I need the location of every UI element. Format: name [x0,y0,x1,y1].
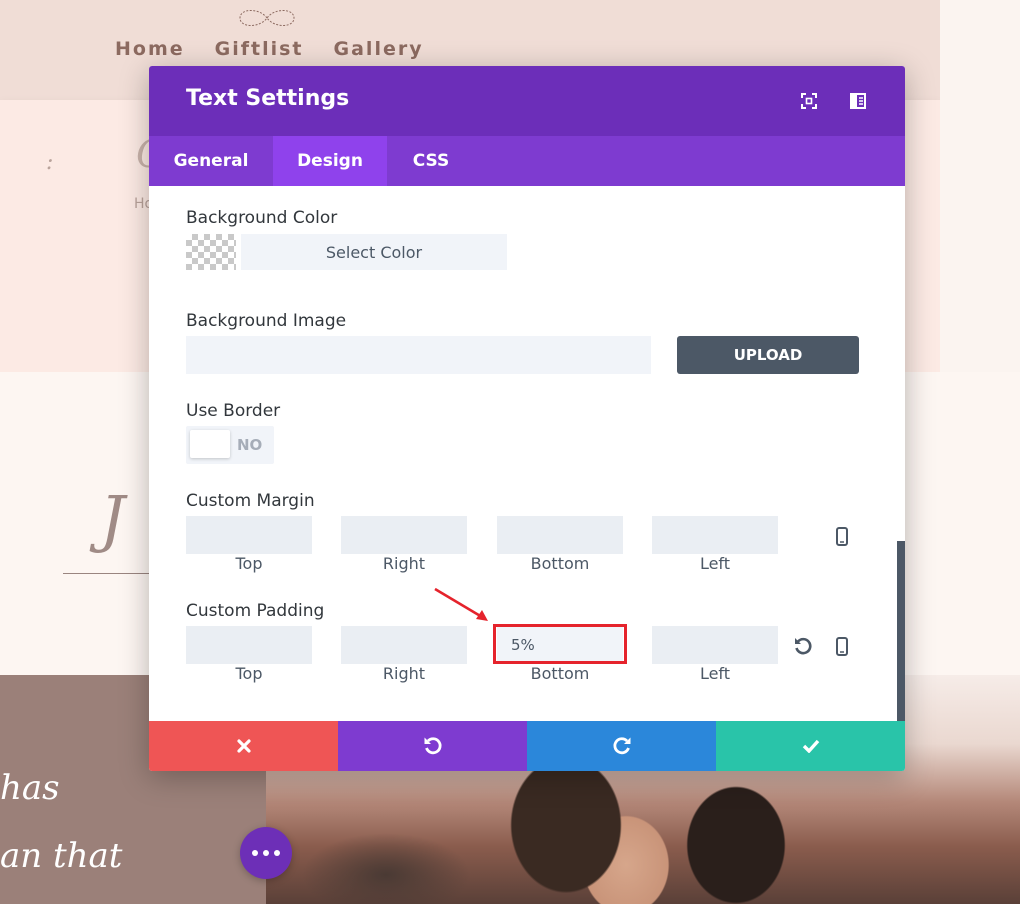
undo-button[interactable] [338,721,527,771]
margin-left-label: Left [699,554,731,573]
quote-text-line: has [0,768,60,808]
margin-top-label: Top [235,554,263,573]
tab-css[interactable]: CSS [387,136,475,186]
margin-top-input[interactable] [186,516,312,554]
padding-left-input[interactable] [652,626,778,664]
padding-right-label: Right [382,664,426,683]
scrollbar[interactable] [897,541,905,721]
decorative-text: : [46,150,54,175]
margin-responsive-button[interactable] [832,524,852,548]
undo-icon [424,737,442,755]
reset-icon [795,637,812,655]
split-view-button[interactable] [847,90,869,112]
margin-bottom-label: Bottom [530,554,590,573]
modal-footer [149,721,905,771]
more-options-button[interactable] [240,827,292,879]
nav-link-gallery[interactable]: Gallery [334,38,424,60]
infinity-logo-icon [239,10,295,26]
phone-icon [836,636,848,656]
save-button[interactable] [716,721,905,771]
padding-bottom-label: Bottom [530,664,590,683]
padding-top-label: Top [235,664,263,683]
quote-text-line: an that [0,836,123,876]
redo-button[interactable] [527,721,716,771]
dot-icon [263,850,269,856]
divider [63,573,163,574]
dot-icon [274,850,280,856]
padding-top-input[interactable] [186,626,312,664]
highlight-box [493,624,627,664]
toggle-knob [190,430,230,458]
modal-title: Text Settings [186,86,350,111]
custom-padding-label: Custom Padding [186,601,325,621]
fullscreen-icon [801,93,817,109]
use-border-toggle[interactable]: NO [186,426,274,464]
background-image-input[interactable] [186,336,651,374]
padding-left-label: Left [699,664,731,683]
tab-design[interactable]: Design [273,136,387,186]
nav-link-giftlist[interactable]: Giftlist [215,38,304,60]
upload-button[interactable]: UPLOAD [677,336,859,374]
text-settings-modal: Text Settings General Design CSS Backgro… [149,66,905,771]
close-icon [236,739,251,753]
checkmark-icon [802,739,819,753]
fullscreen-button[interactable] [798,90,820,112]
margin-left-input[interactable] [652,516,778,554]
nav-link-home[interactable]: Home [115,38,185,60]
padding-reset-button[interactable] [793,634,813,658]
padding-right-input[interactable] [341,626,467,664]
settings-tabs: General Design CSS [149,136,905,186]
script-heading: J [100,482,125,555]
annotation-arrow-icon [434,587,488,621]
padding-responsive-button[interactable] [832,634,852,658]
redo-icon [612,737,630,755]
select-color-button[interactable]: Select Color [241,234,507,270]
split-view-icon [850,93,866,109]
margin-right-label: Right [382,554,426,573]
background-image-label: Background Image [186,311,347,331]
background-color-label: Background Color [186,208,338,228]
dot-icon [252,850,258,856]
custom-margin-label: Custom Margin [186,491,315,511]
cancel-button[interactable] [149,721,338,771]
modal-header: Text Settings [149,66,905,136]
site-nav: Home Giftlist Gallery [115,38,424,60]
settings-body: Background Color Select Color Background… [149,186,905,721]
toggle-state: NO [237,436,263,454]
use-border-label: Use Border [186,401,281,421]
margin-bottom-input[interactable] [497,516,623,554]
hero-side [940,0,1020,372]
phone-icon [836,526,848,546]
color-swatch[interactable] [186,234,236,270]
tab-general[interactable]: General [149,136,273,186]
margin-right-input[interactable] [341,516,467,554]
